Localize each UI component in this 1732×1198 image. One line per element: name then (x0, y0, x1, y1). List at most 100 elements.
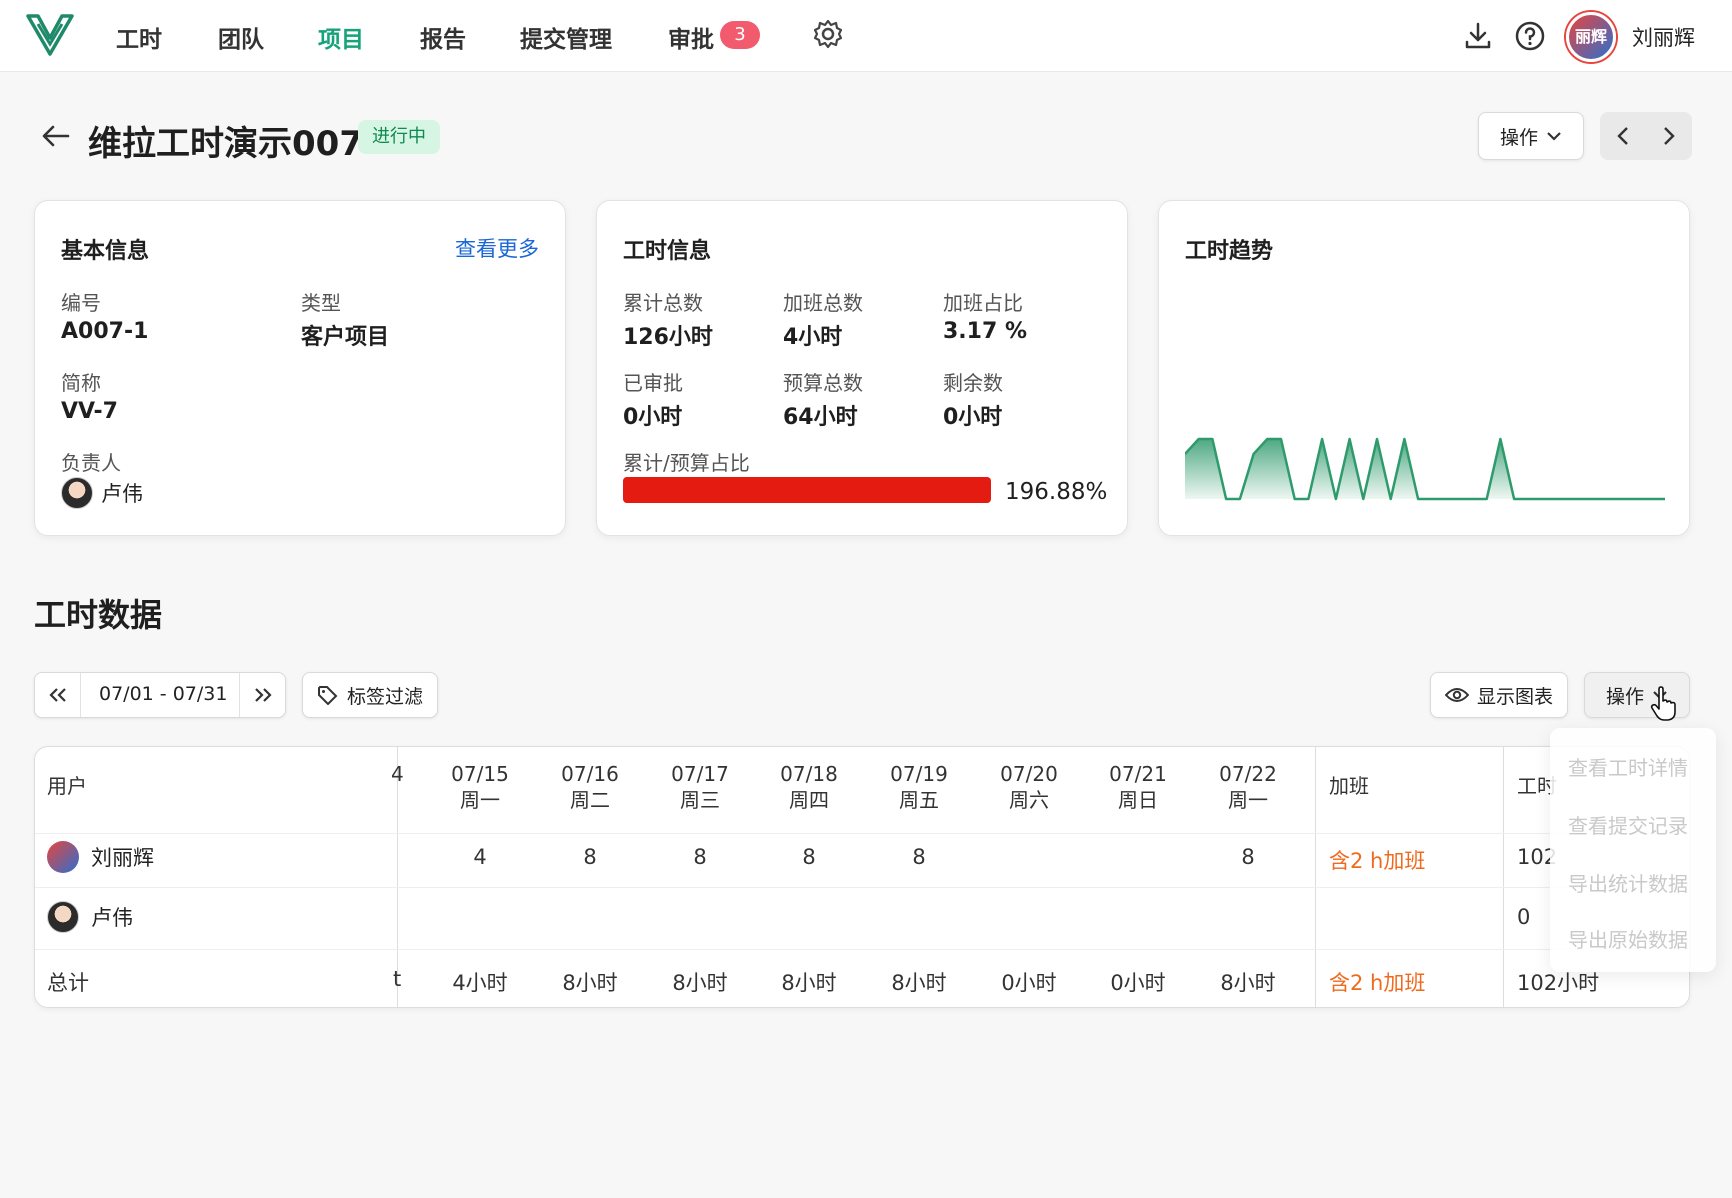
hours-info-title: 工时信息 (623, 239, 712, 264)
day-weekday: 周二 (570, 788, 610, 812)
owner-name: 卢伟 (101, 482, 143, 506)
table-row-user[interactable]: 刘丽辉 (47, 841, 154, 873)
help-icon[interactable] (1514, 20, 1546, 52)
nav-item-projects[interactable]: 项目 (318, 20, 364, 54)
nav-item-submissions[interactable]: 提交管理 (520, 20, 612, 54)
owner-label: 负责人 (61, 451, 121, 475)
hours-cell[interactable]: 4 (435, 845, 525, 869)
total-cell: 8小时 (891, 971, 947, 995)
day-column-header: 07/22 周一 (1203, 761, 1293, 813)
nav-item-approval[interactable]: 审批 (668, 20, 714, 54)
tag-icon (317, 686, 338, 705)
hours-cell[interactable]: 8 (545, 845, 635, 869)
show-chart-button[interactable]: 显示图表 (1430, 672, 1568, 718)
avatar (47, 841, 79, 873)
hours-cell[interactable]: 8 (764, 845, 854, 869)
total-cell: 8小时 (781, 971, 837, 995)
day-date: 07/18 (780, 762, 838, 786)
user-name[interactable]: 刘丽辉 (1632, 22, 1695, 52)
day-weekday: 周一 (460, 788, 500, 812)
hours-trend-title: 工时趋势 (1185, 239, 1274, 264)
short-name-value: VV-7 (61, 399, 118, 424)
approved-label: 已审批 (623, 371, 683, 395)
budget-ratio-value: 196.88% (1005, 479, 1108, 505)
gear-icon[interactable] (812, 18, 844, 50)
header-action-button[interactable]: 操作 (1478, 112, 1584, 160)
day-weekday: 周五 (899, 788, 939, 812)
day-column-header: 07/17 周三 (655, 761, 745, 813)
day-date: 07/22 (1219, 762, 1277, 786)
status-badge: 进行中 (358, 120, 440, 154)
column-divider (1315, 747, 1316, 1007)
column-divider (1503, 747, 1504, 1007)
download-icon[interactable] (1462, 20, 1494, 52)
back-arrow-icon[interactable] (40, 122, 72, 150)
total-row-label: 总计 (47, 971, 89, 995)
day-date: 07/16 (561, 762, 619, 786)
day-date: 07/20 (1000, 762, 1058, 786)
day-weekday: 周四 (789, 788, 829, 812)
remaining-label: 剩余数 (943, 371, 1003, 395)
hours-table: 用户 4 07/15 周一 07/16 周二 07/17 周三 07/18 周四 07/… (34, 746, 1690, 1008)
top-nav: 工时 团队 项目 报告 提交管理 审批 3 丽辉 刘丽辉 (0, 0, 1732, 72)
user-name: 卢伟 (91, 906, 133, 930)
day-date: 07/21 (1109, 762, 1167, 786)
tag-filter-label: 标签过滤 (346, 685, 423, 708)
total-cell: 0小时 (1110, 971, 1166, 995)
overtime-cell: 含2 h加班 (1329, 849, 1426, 873)
overtime-total-value: 4小时 (783, 325, 843, 350)
day-column-header: 07/16 周二 (545, 761, 635, 813)
approved-value: 0小时 (623, 405, 683, 430)
user-avatar[interactable]: 丽辉 (1566, 12, 1616, 62)
overtime-column-header: 加班 (1329, 774, 1369, 798)
logo-icon[interactable] (26, 12, 74, 58)
hours-trend-card: 工时趋势 (1158, 200, 1690, 536)
double-chevron-left-icon (48, 688, 66, 702)
menu-item-view-submissions[interactable]: 查看提交记录 (1568, 810, 1688, 839)
chevron-left-icon[interactable] (1616, 126, 1630, 146)
table-row-user[interactable]: 卢伟 (47, 901, 133, 933)
basic-info-card: 基本信息 查看更多 编号 A007-1 类型 客户项目 简称 VV-7 负责人 … (34, 200, 566, 536)
day-column-header: 07/15 周一 (435, 761, 525, 813)
approval-count-badge: 3 (720, 21, 760, 49)
menu-item-view-details[interactable]: 查看工时详情 (1568, 752, 1688, 781)
hours-cell[interactable]: 8 (874, 845, 964, 869)
hours-cell[interactable]: 8 (655, 845, 745, 869)
date-range-label[interactable]: 07/01 - 07/31 (99, 683, 227, 705)
chevron-down-icon (1547, 132, 1561, 141)
day-weekday: 周三 (680, 788, 720, 812)
day-column-header: 07/20 周六 (984, 761, 1074, 813)
total-overtime-cell: 含2 h加班 (1329, 971, 1426, 995)
view-more-link[interactable]: 查看更多 (455, 233, 539, 263)
day-date: 07/15 (451, 762, 509, 786)
avatar (47, 901, 79, 933)
tag-filter-button[interactable]: 标签过滤 (302, 672, 438, 718)
action-dropdown-menu: 查看工时详情 查看提交记录 导出统计数据 导出原始数据 (1550, 728, 1716, 972)
avatar (61, 477, 93, 509)
day-weekday: 周日 (1118, 788, 1158, 812)
row-divider (35, 833, 1689, 834)
date-range-picker: 07/01 - 07/31 (34, 672, 286, 718)
chevron-right-icon[interactable] (1662, 126, 1676, 146)
nav-item-timesheet[interactable]: 工时 (116, 20, 162, 54)
nav-item-reports[interactable]: 报告 (420, 20, 466, 54)
code-label: 编号 (61, 291, 101, 315)
day-column-header: 07/21 周日 (1093, 761, 1183, 813)
day-date: 07/17 (671, 762, 729, 786)
next-range-button[interactable] (239, 673, 285, 717)
hand-cursor-icon (1650, 686, 1676, 721)
table-action-label: 操作 (1605, 685, 1644, 708)
short-name-label: 简称 (61, 371, 101, 395)
nav-item-team[interactable]: 团队 (218, 20, 264, 54)
menu-item-export-raw[interactable]: 导出原始数据 (1568, 924, 1688, 953)
overtime-ratio-label: 加班占比 (943, 291, 1023, 315)
prev-range-button[interactable] (35, 673, 81, 717)
row-divider (35, 949, 1689, 950)
hours-cell[interactable]: 8 (1203, 845, 1293, 869)
day-weekday: 周六 (1009, 788, 1049, 812)
menu-item-export-stats[interactable]: 导出统计数据 (1568, 868, 1688, 897)
partial-column-header: 4 (391, 762, 404, 786)
overtime-ratio-value: 3.17 % (943, 319, 1027, 344)
type-label: 类型 (301, 291, 341, 315)
day-date: 07/19 (890, 762, 948, 786)
